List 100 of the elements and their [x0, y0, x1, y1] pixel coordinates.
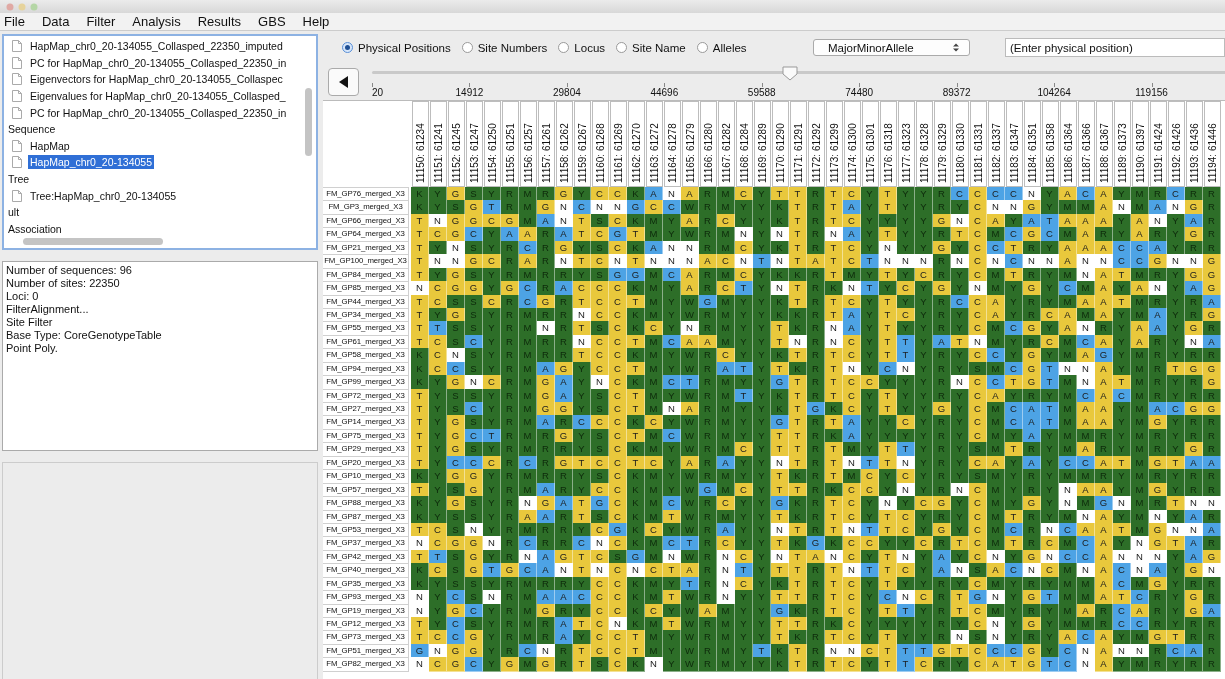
column-header[interactable]: 11177: 61323 [897, 101, 915, 187]
radio-button[interactable]: Site Name [616, 41, 686, 54]
column-header[interactable]: 11165: 61279 [681, 101, 699, 187]
column-header[interactable]: 11181: 61331 [969, 101, 987, 187]
tree-item[interactable]: HapMap_chr0_20-134055 [28, 155, 154, 170]
tree-item[interactable]: Tree:HapMap_chr0_20-134055 [28, 188, 179, 203]
column-header[interactable]: 11189: 61373 [1113, 101, 1131, 187]
menu-item[interactable]: Help [302, 14, 330, 29]
column-header[interactable]: 11175: 61301 [861, 101, 879, 187]
allele-cell: R [1203, 442, 1221, 457]
column-header[interactable]: 11182: 61337 [987, 101, 1005, 187]
allele-cell: T [879, 227, 897, 242]
tree-item[interactable]: PC for HapMap_chr0_20-134055_Collasped_22350_in [28, 55, 289, 70]
allele-cell: T [627, 402, 645, 417]
allele-cell: Y [1113, 402, 1131, 417]
column-header[interactable]: 11151: 61241 [429, 101, 447, 187]
tree-item[interactable]: PC for HapMap_chr0_20-134055_Collasped_22350_in [28, 105, 289, 120]
column-header[interactable]: 11160: 61268 [591, 101, 609, 187]
column-header[interactable]: 11187: 61366 [1077, 101, 1095, 187]
menu-item[interactable]: Filter [86, 14, 116, 29]
column-header[interactable]: 11158: 61262 [555, 101, 573, 187]
back-button[interactable] [328, 68, 359, 96]
allele-cell: R [501, 375, 519, 390]
tree-item[interactable]: Tree [6, 172, 32, 187]
menu-item[interactable]: Results [197, 14, 242, 29]
column-header[interactable]: 11156: 61257 [519, 101, 537, 187]
column-header[interactable]: 11186: 61364 [1059, 101, 1077, 187]
allele-cell: Y [951, 402, 969, 417]
column-header[interactable]: 11173: 61299 [825, 101, 843, 187]
column-header[interactable]: 11193: 61436 [1185, 101, 1203, 187]
column-header[interactable]: 11176: 61318 [879, 101, 897, 187]
allele-cell: Y [663, 442, 681, 457]
allele-cell: Y [1113, 321, 1131, 336]
tree-item[interactable]: Eigenvectors for HapMap_chr0_20-134055_Collaspec [28, 72, 285, 87]
menu-item[interactable]: Analysis [132, 14, 181, 29]
allele-cell: R [501, 442, 519, 457]
column-header[interactable]: 11185: 61358 [1041, 101, 1059, 187]
column-header[interactable]: 11168: 61284 [735, 101, 753, 187]
column-header[interactable]: 11152: 61245 [447, 101, 465, 187]
tree-item[interactable]: Association [6, 221, 64, 236]
menu-item[interactable]: File [4, 14, 25, 29]
tree-item[interactable]: HapMap_chr0_20-134055_Collasped_22350_imputed [28, 39, 285, 54]
allele-cell: G [933, 402, 951, 417]
column-header[interactable]: 11153: 61247 [465, 101, 483, 187]
column-header[interactable]: 11163: 61272 [645, 101, 663, 187]
column-header[interactable]: 11180: 61330 [951, 101, 969, 187]
column-header[interactable]: 11150: 61234 [411, 101, 429, 187]
column-header[interactable]: 11184: 61351 [1023, 101, 1041, 187]
radio-button[interactable]: Locus [558, 41, 606, 54]
column-header[interactable]: 11166: 61280 [699, 101, 717, 187]
menu-item[interactable]: Data [41, 14, 70, 29]
column-header[interactable]: 11179: 61329 [933, 101, 951, 187]
tree-item[interactable]: Sequence [6, 122, 58, 137]
menu-item[interactable]: GBS [258, 14, 286, 29]
allele-cell: Y [753, 657, 771, 672]
column-header[interactable]: 11169: 61289 [753, 101, 771, 187]
column-header[interactable]: 11161: 61269 [609, 101, 627, 187]
column-header[interactable]: 11164: 61278 [663, 101, 681, 187]
allele-cell: C [969, 321, 987, 336]
column-header[interactable]: 11162: 61270 [627, 101, 645, 187]
tree-item[interactable]: ult [6, 205, 22, 220]
allele-cell: Y [879, 536, 897, 551]
column-header[interactable]: 11157: 61261 [537, 101, 555, 187]
color-mode-dropdown[interactable]: MajorMinorAllele [813, 39, 970, 56]
column-header[interactable]: 11192: 61426 [1167, 101, 1185, 187]
column-header[interactable]: 11178: 61328 [915, 101, 933, 187]
allele-cell: R [1095, 227, 1113, 242]
allele-cell: G [1023, 496, 1041, 511]
allele-cell: R [501, 187, 519, 202]
radio-button[interactable]: Alleles [696, 41, 747, 54]
tick-label: 14912 [455, 87, 484, 98]
tree-item[interactable]: HapMap [28, 138, 72, 153]
tree-item[interactable]: Eigenvalues for HapMap_chr0_20-134055_Collasped_ [28, 89, 288, 104]
column-header[interactable]: 11159: 61267 [573, 101, 591, 187]
slider-thumb[interactable] [782, 66, 799, 81]
column-header[interactable]: 11191: 61424 [1149, 101, 1167, 187]
column-header[interactable]: 11170: 61290 [771, 101, 789, 187]
column-header[interactable]: 11174: 61300 [843, 101, 861, 187]
allele-cell: Y [915, 469, 933, 484]
column-header[interactable]: 11172: 61292 [807, 101, 825, 187]
position-slider[interactable] [372, 66, 1225, 81]
allele-cell: M [645, 590, 663, 605]
allele-cell: A [555, 227, 573, 242]
column-header[interactable]: 11154: 61250 [483, 101, 501, 187]
column-header[interactable]: 11155: 61251 [501, 101, 519, 187]
column-header[interactable]: 11188: 61367 [1095, 101, 1113, 187]
column-header[interactable]: 11190: 61397 [1131, 101, 1149, 187]
column-header[interactable]: 11194: 61446 [1203, 101, 1221, 187]
scrollbar[interactable] [305, 88, 312, 156]
radio-button[interactable]: Site Numbers [461, 41, 548, 54]
position-input-field[interactable]: (Enter physical position) [1005, 38, 1225, 57]
allele-cell: Y [879, 617, 897, 632]
column-header[interactable]: 11171: 61291 [789, 101, 807, 187]
radio-button[interactable]: Physical Positions [342, 41, 451, 54]
scrollbar[interactable] [23, 238, 163, 245]
column-header[interactable]: 11183: 61347 [1005, 101, 1023, 187]
allele-cell: M [1131, 442, 1149, 457]
allele-cell: Y [753, 590, 771, 605]
column-header[interactable]: 11167: 61282 [717, 101, 735, 187]
window-controls-icon[interactable] [6, 2, 40, 11]
